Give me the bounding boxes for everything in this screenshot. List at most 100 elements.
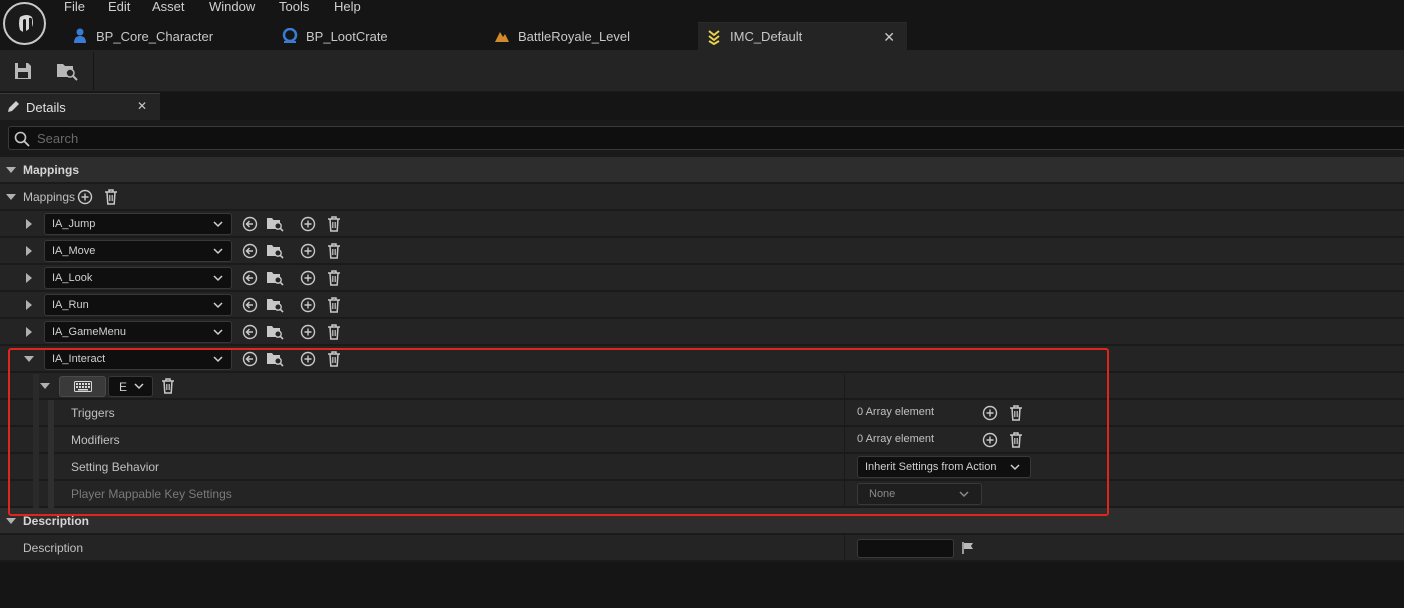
delete-all-icon[interactable]	[102, 188, 120, 206]
delete-modifiers-icon[interactable]	[1007, 431, 1025, 449]
unreal-logo-icon[interactable]	[3, 2, 46, 45]
delete-mapping-icon[interactable]	[325, 350, 343, 368]
menu-edit[interactable]: Edit	[108, 0, 130, 14]
browse-asset-icon[interactable]	[266, 269, 284, 287]
blueprint-object-icon	[282, 28, 298, 44]
menu-file[interactable]: File	[64, 0, 85, 14]
menu-help[interactable]: Help	[334, 0, 361, 14]
add-key-icon[interactable]	[299, 242, 317, 260]
input-action-dropdown[interactable]: IA_Jump	[44, 213, 232, 235]
delete-key-mapping-icon[interactable]	[159, 377, 177, 395]
delete-mapping-icon[interactable]	[325, 269, 343, 287]
delete-mapping-icon[interactable]	[325, 215, 343, 233]
delete-triggers-icon[interactable]	[1007, 404, 1025, 422]
indent-guide	[48, 400, 54, 508]
player-mappable-row: Player Mappable Key Settings None	[0, 481, 1404, 507]
menu-window[interactable]: Window	[209, 0, 255, 14]
collapse-arrow-icon[interactable]	[6, 193, 16, 200]
add-modifier-icon[interactable]	[981, 431, 999, 449]
input-action-value: IA_Run	[52, 299, 89, 311]
add-key-icon[interactable]	[299, 269, 317, 287]
empty-panel-area	[0, 562, 1404, 608]
description-row: Description	[0, 535, 1404, 561]
mapping-row: IA_Run	[0, 292, 1404, 318]
expand-arrow-icon[interactable]	[26, 327, 32, 337]
description-text-input[interactable]	[857, 539, 954, 558]
use-selected-asset-icon[interactable]	[241, 269, 259, 287]
menu-asset[interactable]: Asset	[152, 0, 185, 14]
tab-battleroyale-level[interactable]: BattleRoyale_Level	[488, 22, 693, 50]
use-selected-asset-icon[interactable]	[241, 296, 259, 314]
details-tab-label: Details	[26, 99, 66, 115]
input-action-dropdown[interactable]: IA_Look	[44, 267, 232, 289]
browse-asset-icon[interactable]	[266, 215, 284, 233]
expand-arrow-icon[interactable]	[26, 300, 32, 310]
add-key-icon[interactable]	[299, 215, 317, 233]
key-dropdown[interactable]: E	[108, 376, 153, 397]
tab-label: IMC_Default	[730, 29, 803, 44]
input-action-value: IA_Jump	[52, 218, 96, 230]
add-key-icon[interactable]	[299, 350, 317, 368]
expand-arrow-icon[interactable]	[24, 356, 34, 362]
use-selected-asset-icon[interactable]	[241, 323, 259, 341]
collapse-arrow-icon[interactable]	[6, 517, 16, 524]
input-action-dropdown[interactable]: IA_Run	[44, 294, 232, 316]
delete-mapping-icon[interactable]	[325, 323, 343, 341]
tab-bp-core-character[interactable]: BP_Core_Character	[66, 22, 271, 50]
input-action-value: IA_GameMenu	[52, 326, 126, 338]
use-selected-asset-icon[interactable]	[241, 350, 259, 368]
chevron-down-icon	[213, 355, 223, 363]
delete-mapping-icon[interactable]	[325, 296, 343, 314]
tab-imc-default[interactable]: IMC_Default ✕	[698, 22, 907, 50]
blueprint-character-icon	[72, 28, 88, 44]
mapping-row: IA_GameMenu	[0, 319, 1404, 345]
player-mappable-value: None	[869, 488, 896, 500]
chevron-down-icon	[213, 274, 223, 282]
details-tab[interactable]: Details ✕	[0, 93, 160, 120]
chevron-down-icon	[134, 382, 144, 390]
setting-behavior-value: Inherit Settings from Action	[865, 461, 997, 473]
tab-bp-lootcrate[interactable]: BP_LootCrate	[276, 22, 481, 50]
setting-behavior-row: Setting Behavior Inherit Settings from A…	[0, 454, 1404, 480]
expand-arrow-icon[interactable]	[26, 219, 32, 229]
search-input[interactable]: Search	[8, 126, 1404, 150]
browse-asset-icon[interactable]	[266, 350, 284, 368]
input-action-dropdown[interactable]: IA_Interact	[44, 348, 232, 370]
input-action-dropdown[interactable]: IA_Move	[44, 240, 232, 262]
key-selector-button[interactable]	[59, 376, 106, 397]
use-selected-asset-icon[interactable]	[241, 215, 259, 233]
add-key-icon[interactable]	[299, 323, 317, 341]
modifiers-value: 0 Array element	[857, 433, 935, 445]
title-bar: File Edit Asset Window Tools Help BP_Cor…	[0, 0, 1404, 50]
menu-tools[interactable]: Tools	[279, 0, 309, 14]
expand-arrow-icon[interactable]	[26, 246, 32, 256]
player-mappable-dropdown[interactable]: None	[857, 483, 982, 505]
use-selected-asset-icon[interactable]	[241, 242, 259, 260]
save-icon[interactable]	[11, 59, 35, 83]
description-category-header[interactable]: Description	[0, 508, 1404, 534]
chevron-down-icon	[1010, 463, 1020, 471]
close-tab-icon[interactable]: ✕	[883, 29, 895, 46]
add-trigger-icon[interactable]	[981, 404, 999, 422]
triggers-label: Triggers	[71, 406, 115, 420]
input-action-dropdown[interactable]: IA_GameMenu	[44, 321, 232, 343]
add-element-icon[interactable]	[76, 188, 94, 206]
browse-to-asset-icon[interactable]	[55, 59, 79, 83]
mappings-category-header[interactable]: Mappings	[0, 157, 1404, 183]
collapse-arrow-icon[interactable]	[6, 166, 16, 173]
close-details-icon[interactable]: ✕	[137, 99, 147, 113]
triggers-value: 0 Array element	[857, 406, 935, 418]
localization-flag-icon[interactable]	[961, 541, 975, 555]
expand-arrow-icon[interactable]	[26, 273, 32, 283]
browse-asset-icon[interactable]	[266, 323, 284, 341]
setting-behavior-dropdown[interactable]: Inherit Settings from Action	[857, 456, 1031, 478]
mappings-array-row: Mappings	[0, 184, 1404, 210]
collapse-arrow-icon[interactable]	[40, 383, 50, 389]
browse-asset-icon[interactable]	[266, 296, 284, 314]
add-key-icon[interactable]	[299, 296, 317, 314]
delete-mapping-icon[interactable]	[325, 242, 343, 260]
mapping-row: IA_Interact	[0, 346, 1404, 372]
browse-asset-icon[interactable]	[266, 242, 284, 260]
toolbar	[0, 50, 1404, 92]
description-category-label: Description	[23, 513, 90, 528]
